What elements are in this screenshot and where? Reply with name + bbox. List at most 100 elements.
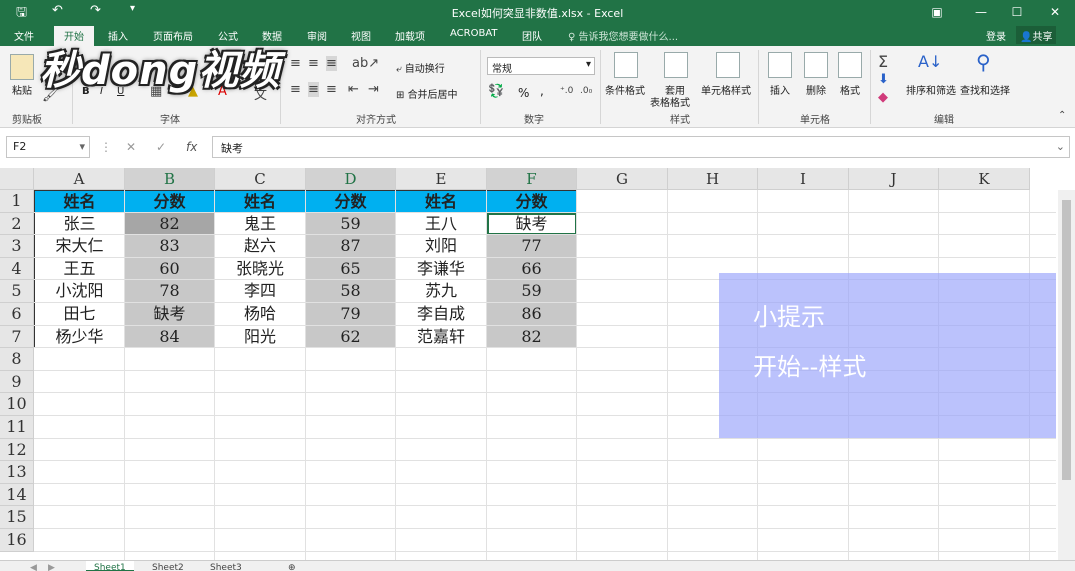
number-format-dropdown[interactable]: 常规 ▾	[487, 57, 595, 75]
search-icon[interactable]: ⚲	[976, 50, 991, 74]
row-header[interactable]: 3	[0, 235, 34, 258]
enter-icon[interactable]: ✓	[156, 140, 166, 154]
row-header[interactable]: 14	[0, 483, 34, 507]
name-box[interactable]: F2 ▾	[6, 136, 90, 158]
row-header[interactable]: 4	[0, 257, 34, 281]
table-cell[interactable]: 62	[306, 325, 396, 349]
table-cell[interactable]: 小沈阳	[34, 280, 125, 303]
table-cell[interactable]: 李自成	[396, 303, 487, 326]
minimize-button[interactable]: —	[964, 2, 998, 22]
ribbon-display-icon[interactable]: ▣	[920, 2, 954, 22]
align-center-icon[interactable]: ≡	[308, 82, 319, 97]
row-header[interactable]: 1	[0, 190, 34, 213]
column-header[interactable]: J	[849, 168, 939, 190]
insert-cells-button[interactable]: 插入	[770, 82, 790, 97]
table-cell[interactable]: 张晓光	[215, 257, 306, 281]
column-header[interactable]: D	[306, 168, 396, 190]
autosum-icon[interactable]: Σ	[878, 52, 888, 71]
align-left-icon[interactable]: ≡	[290, 82, 301, 97]
row-header[interactable]: 5	[0, 280, 34, 303]
align-bottom-icon[interactable]: ≡	[326, 56, 337, 71]
conditional-format-button[interactable]: 条件格式	[605, 82, 645, 97]
tab-acrobat[interactable]: ACROBAT	[450, 28, 498, 39]
table-cell[interactable]: 刘阳	[396, 235, 487, 258]
table-cell[interactable]: 范嘉轩	[396, 325, 487, 349]
table-cell[interactable]: 宋大仁	[34, 235, 125, 258]
table-cell[interactable]: 77	[487, 235, 577, 258]
table-cell[interactable]: 86	[487, 303, 577, 326]
align-middle-icon[interactable]: ≡	[308, 56, 319, 71]
column-header[interactable]: K	[939, 168, 1030, 190]
tab-team[interactable]: 团队	[522, 28, 542, 43]
table-cell[interactable]: 87	[306, 235, 396, 258]
sort-filter-icon[interactable]: A↓	[918, 52, 942, 71]
table-cell[interactable]: 田七	[34, 303, 125, 326]
accounting-icon[interactable]: 💱	[488, 84, 504, 99]
cancel-icon[interactable]: ✕	[126, 140, 136, 154]
row-header[interactable]: 9	[0, 370, 34, 394]
increase-indent-icon[interactable]: ⇥	[368, 82, 379, 97]
table-header-cell[interactable]: 分数	[306, 190, 396, 213]
table-cell[interactable]: 78	[125, 280, 215, 303]
row-header[interactable]: 11	[0, 416, 34, 439]
row-header[interactable]: 6	[0, 303, 34, 326]
cell-styles-button[interactable]: 单元格样式	[701, 82, 751, 97]
table-cell[interactable]: 苏九	[396, 280, 487, 303]
paste-icon[interactable]	[10, 54, 34, 80]
scroll-tabs-right-icon[interactable]: ▶	[40, 561, 63, 571]
decrease-decimal-icon[interactable]: .0₀	[580, 86, 592, 96]
tab-review[interactable]: 审阅	[307, 28, 327, 43]
paste-button[interactable]: 粘贴	[12, 82, 32, 97]
column-header[interactable]: A	[34, 168, 125, 190]
format-cells-button[interactable]: 格式	[840, 82, 860, 97]
maximize-button[interactable]: ☐	[1000, 2, 1034, 22]
scrollbar-thumb[interactable]	[1062, 200, 1071, 480]
clear-icon[interactable]: ◆	[878, 90, 888, 105]
percent-button[interactable]: %	[518, 86, 529, 100]
tell-me-box[interactable]: ♀ 告诉我您想要做什么...	[568, 28, 678, 43]
row-header[interactable]: 2	[0, 212, 34, 236]
table-cell[interactable]: 张三	[34, 212, 125, 236]
table-cell[interactable]: 60	[125, 257, 215, 281]
tab-view[interactable]: 视图	[351, 28, 371, 43]
column-header[interactable]: E	[396, 168, 487, 190]
column-header[interactable]: H	[668, 168, 758, 190]
sheet-tab-1[interactable]: Sheet1	[86, 561, 134, 571]
table-cell[interactable]: 82	[125, 212, 215, 236]
format-cells-icon[interactable]	[838, 52, 862, 78]
login-link[interactable]: 登录	[986, 28, 1006, 43]
delete-cells-button[interactable]: 删除	[806, 82, 826, 97]
new-sheet-icon[interactable]: ⊕	[280, 561, 304, 571]
column-header[interactable]: G	[577, 168, 668, 190]
sheet-tab-3[interactable]: Sheet3	[202, 561, 250, 571]
table-cell[interactable]: 58	[306, 280, 396, 303]
table-header-cell[interactable]: 分数	[125, 190, 215, 213]
table-cell[interactable]: 66	[487, 257, 577, 281]
table-cell[interactable]: 82	[487, 325, 577, 349]
worksheet-grid[interactable]: 姓名 分数 姓名 分数 姓名 分数 张三 82 鬼王 59 王八 缺考 宋大仁 83 赵六 87 刘阳 77 王五 6…	[0, 168, 1075, 560]
collapse-ribbon-icon[interactable]: ⌃	[1058, 110, 1066, 121]
table-header-cell[interactable]: 姓名	[215, 190, 306, 213]
comma-button[interactable]: ,	[540, 84, 544, 98]
increase-decimal-icon[interactable]: ⁺.0	[560, 86, 573, 96]
share-button[interactable]: 👤共享	[1016, 26, 1057, 44]
tab-file[interactable]: 文件	[14, 28, 34, 43]
vertical-scrollbar[interactable]	[1058, 190, 1075, 560]
row-header[interactable]: 10	[0, 393, 34, 416]
row-header[interactable]: 16	[0, 529, 34, 552]
orientation-icon[interactable]: ab↗	[352, 56, 379, 71]
table-cell[interactable]: 65	[306, 257, 396, 281]
expand-formula-icon[interactable]: ⌄	[1056, 140, 1065, 153]
table-cell[interactable]: 王五	[34, 257, 125, 281]
row-header[interactable]: 7	[0, 325, 34, 349]
table-cell[interactable]: 赵六	[215, 235, 306, 258]
wrap-text-button[interactable]: ⤶ 自动换行	[396, 60, 445, 75]
row-header[interactable]: 12	[0, 438, 34, 462]
table-header-cell[interactable]: 姓名	[34, 190, 125, 213]
align-top-icon[interactable]: ≡	[290, 56, 301, 71]
cell-styles-icon[interactable]	[716, 52, 740, 78]
insert-cells-icon[interactable]	[768, 52, 792, 78]
format-table-line2[interactable]: 表格格式	[650, 94, 690, 109]
table-cell[interactable]: 李四	[215, 280, 306, 303]
table-cell[interactable]: 59	[306, 212, 396, 236]
